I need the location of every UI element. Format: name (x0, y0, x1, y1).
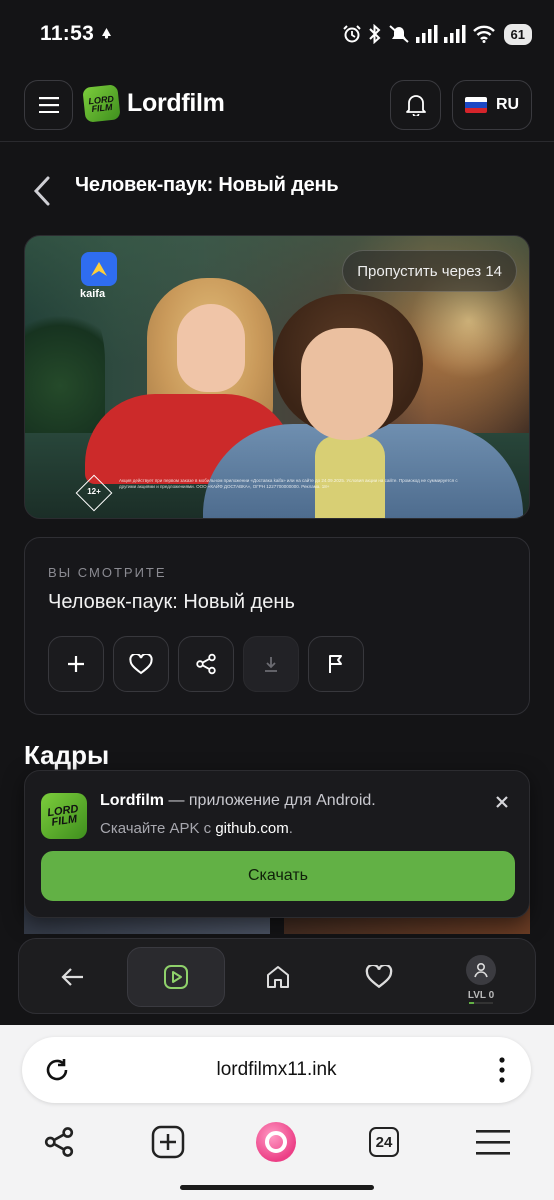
russia-flag-icon (464, 97, 487, 113)
bottom-navigation: LVL 0 (18, 938, 536, 1014)
bluetooth-icon (368, 24, 380, 44)
logo-text: Lordfilm (127, 89, 225, 117)
browser-tools: 24 (0, 1120, 554, 1164)
nav-back[interactable] (41, 949, 105, 1005)
close-icon[interactable] (493, 793, 511, 811)
status-icons: 61 (342, 20, 532, 48)
home-icon (267, 966, 289, 988)
heart-icon (129, 653, 153, 674)
add-to-list-button[interactable] (48, 636, 104, 692)
home-indicator (180, 1185, 374, 1190)
battery-level: 61 (503, 23, 532, 45)
url-text: lordfilmx11.ink (216, 1059, 337, 1080)
browser-menu-button[interactable] (471, 1120, 515, 1164)
plus-icon (68, 656, 84, 672)
browser-toolbar: lordfilmx11.ink 24 (0, 1025, 554, 1200)
signal-1-icon (415, 25, 438, 43)
nav-favorites[interactable] (347, 949, 411, 1005)
wifi-icon (472, 25, 495, 43)
back-chevron-icon[interactable] (28, 174, 56, 208)
page-title-row: Человек-паук: Новый день (0, 170, 554, 210)
more-menu-icon[interactable] (499, 1057, 505, 1083)
bell-icon (405, 95, 426, 116)
now-watching-title: Человек-паук: Новый день (48, 591, 295, 613)
status-bar: 11:53 61 (0, 0, 554, 68)
nav-home[interactable] (246, 949, 310, 1005)
share-icon (44, 1127, 74, 1157)
app-download-banner: LORD FILM Lordfilm — приложение для Andro… (24, 770, 530, 918)
nav-profile[interactable]: LVL 0 (449, 949, 513, 1005)
alice-assistant-button[interactable] (254, 1120, 298, 1164)
tabs-button[interactable]: 24 (362, 1120, 406, 1164)
new-tab-button[interactable] (146, 1120, 190, 1164)
frames-heading: Кадры (24, 740, 110, 770)
user-avatar-icon (466, 955, 496, 985)
now-watching-card: ВЫ СМОТРИТЕ Человек-паук: Новый день (24, 537, 530, 715)
tabs-count: 24 (369, 1127, 399, 1157)
kaifa-logo-icon (81, 252, 117, 286)
alice-icon (256, 1122, 296, 1162)
level-progress-bar (469, 1002, 493, 1004)
lordfilm-app-icon: LORD FILM (41, 793, 87, 839)
share-button[interactable] (178, 636, 234, 692)
heart-icon (365, 965, 393, 989)
language-button[interactable]: RU (452, 80, 532, 130)
age-rating-text: 12+ (87, 487, 101, 496)
banner-title: Lordfilm — приложение для Android. (100, 792, 376, 809)
language-label: RU (495, 96, 520, 113)
mute-icon (388, 25, 409, 43)
page-title: Человек-паук: Новый день (75, 174, 339, 196)
logo-badge-icon: LORD FILM (82, 84, 121, 123)
play-icon (164, 965, 188, 989)
favorite-button[interactable] (113, 636, 169, 692)
flag-icon (329, 655, 342, 673)
video-player-ad[interactable]: kaifa Пропустить через 14 12+ Акция дейс… (24, 235, 530, 519)
ad-disclaimer: Акция действует при первом заказе в моби… (119, 478, 458, 489)
ad-brand: kaifa (80, 288, 106, 300)
notification-dot-icon (102, 28, 111, 39)
download-button[interactable] (243, 636, 299, 692)
skip-ad-button[interactable]: Пропустить через 14 (342, 250, 517, 292)
alarm-icon (342, 25, 361, 43)
site-logo[interactable]: LORD FILM Lordfilm (82, 84, 225, 123)
arrow-left-icon (61, 968, 83, 986)
notifications-button[interactable] (390, 80, 441, 130)
plus-square-icon (151, 1125, 185, 1159)
app-header: LORD FILM Lordfilm RU (0, 68, 554, 142)
menu-button[interactable] (24, 80, 73, 130)
hamburger-icon (38, 97, 59, 113)
share-icon (196, 653, 216, 675)
nav-player[interactable] (127, 947, 225, 1007)
download-apk-button[interactable]: Скачать (41, 851, 515, 901)
signal-2-icon (443, 25, 466, 43)
download-icon (265, 657, 277, 672)
banner-subtitle: Скачайте APK с github.com. (100, 820, 293, 837)
report-button[interactable] (308, 636, 364, 692)
browser-share-button[interactable] (37, 1120, 81, 1164)
status-time: 11:53 (40, 22, 95, 45)
now-watching-label: ВЫ СМОТРИТЕ (48, 565, 167, 580)
address-bar[interactable]: lordfilmx11.ink (22, 1037, 531, 1103)
hamburger-icon (476, 1130, 510, 1155)
level-label: LVL 0 (467, 990, 495, 1001)
